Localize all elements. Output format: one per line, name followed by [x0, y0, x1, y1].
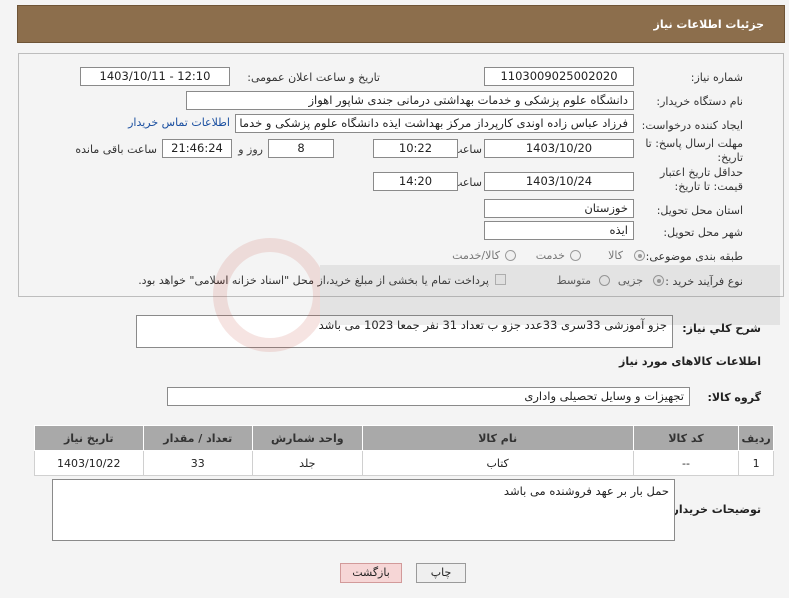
cell-need-date: 1403/10/22 — [34, 450, 144, 476]
goods-group-label: گروه کالا: — [707, 391, 761, 404]
process-medium-label: متوسط — [556, 274, 591, 287]
buyer-org-field: دانشگاه علوم پزشکی و خدمات بهداشتی درمان… — [186, 91, 634, 110]
cell-unit: جلد — [252, 450, 363, 476]
category-service-radio[interactable] — [570, 250, 581, 261]
col-unit: واحد شمارش — [252, 425, 363, 451]
province-field: خوزستان — [484, 199, 634, 218]
province-label: استان محل تحویل: — [656, 204, 743, 217]
col-need-date: تاریخ نیاز — [34, 425, 144, 451]
price-validity-label: حداقل تاریخ اعتبار قیمت: تا تاریخ: — [659, 166, 743, 193]
category-goods-radio[interactable] — [634, 250, 645, 261]
deadline-time-field: 10:22 — [373, 139, 458, 158]
page-header: جزئیات اطلاعات نیاز — [17, 5, 785, 43]
cell-row-number: 1 — [738, 450, 774, 476]
cell-item-code: -- — [632, 450, 740, 476]
buyer-notes-label: توضیحات خریدار: — [668, 503, 761, 516]
need-summary-textarea[interactable]: جزو آموزشی 33سری 33عدد جزو ب تعداد 31 نف… — [136, 315, 673, 348]
days-label: روز و — [238, 143, 263, 156]
page-title: جزئیات اطلاعات نیاز — [653, 18, 765, 31]
city-field: ایذه — [484, 221, 634, 240]
requester-field: فرزاد عباس زاده اوندی کارپرداز مرکز بهدا… — [235, 114, 634, 133]
process-minor-label: جزیی — [617, 274, 643, 287]
col-row-number: ردیف — [738, 425, 774, 451]
print-button[interactable]: چاپ — [416, 563, 466, 583]
deadline-date-field: 1403/10/20 — [484, 139, 634, 158]
cell-quantity: 33 — [142, 450, 254, 476]
cell-item-name: کتاب — [361, 450, 634, 476]
category-goods-service-label: کالا/خدمت — [452, 249, 500, 262]
process-type-label: نوع فرآیند خرید : — [665, 275, 743, 288]
treasury-payment-checkbox[interactable] — [495, 274, 506, 285]
category-label: طبقه بندی موضوعی: — [645, 250, 743, 263]
remaining-time-field: 21:46:24 — [162, 139, 232, 158]
goods-table: ردیف کد کالا نام کالا واحد شمارش تعداد /… — [34, 425, 774, 476]
back-button[interactable]: بازگشت — [340, 563, 402, 583]
requester-label: ایجاد کننده درخواست: — [641, 119, 743, 132]
buyer-org-label: نام دستگاه خریدار: — [656, 95, 743, 108]
process-minor-radio[interactable] — [653, 275, 664, 286]
validity-date-field: 1403/10/24 — [484, 172, 634, 191]
category-goods-service-radio[interactable] — [505, 250, 516, 261]
goods-group-field: تجهیزات و وسایل تحصیلی واداری — [167, 387, 690, 406]
deadline-label: مهلت ارسال پاسخ: تا تاریخ: — [645, 137, 743, 164]
announce-datetime-field: 1403/10/11 - 12:10 — [80, 67, 230, 86]
table-row: 1 -- کتاب جلد 33 1403/10/22 — [34, 450, 774, 476]
remaining-label: ساعت باقی مانده — [75, 143, 157, 156]
goods-info-heading: اطلاعات کالاهای مورد نیاز — [619, 355, 761, 368]
goods-table-header: ردیف کد کالا نام کالا واحد شمارش تعداد /… — [34, 425, 774, 451]
city-label: شهر محل تحویل: — [663, 226, 743, 239]
days-remaining-field: 8 — [268, 139, 334, 158]
col-item-name: نام کالا — [361, 425, 634, 451]
col-item-code: کد کالا — [632, 425, 740, 451]
buyer-contact-link[interactable]: اطلاعات تماس خریدار — [128, 116, 230, 129]
need-number-label: شماره نیاز: — [690, 71, 743, 84]
process-medium-radio[interactable] — [599, 275, 610, 286]
category-goods-label: کالا — [608, 249, 623, 262]
col-quantity: تعداد / مقدار — [142, 425, 254, 451]
announce-datetime-label: تاریخ و ساعت اعلان عمومی: — [247, 71, 380, 84]
treasury-payment-note: پرداخت تمام یا بخشی از مبلغ خرید،از محل … — [138, 274, 489, 287]
category-service-label: خدمت — [535, 249, 565, 262]
validity-time-field: 14:20 — [373, 172, 458, 191]
need-summary-label: شرح کلي نياز: — [682, 322, 761, 335]
buyer-notes-textarea[interactable]: حمل بار بر عهد فروشنده می باشد — [52, 479, 675, 541]
need-number-field: 1103009025002020 — [484, 67, 634, 86]
